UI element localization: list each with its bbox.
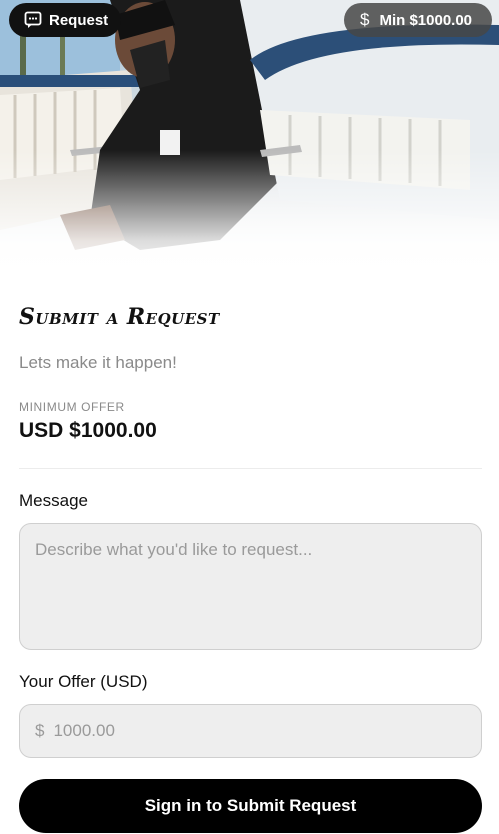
message-textarea[interactable]: Describe what you'd like to request... — [19, 523, 482, 650]
submit-request-button[interactable]: Sign in to Submit Request — [19, 779, 482, 833]
dollar-icon: $ — [360, 10, 370, 29]
request-form: Submit a Request Lets make it happen! MI… — [19, 296, 482, 833]
offer-label: Your Offer (USD) — [19, 672, 148, 691]
minimum-offer-value: USD $1000.00 — [19, 419, 157, 442]
request-tab-label: Request — [49, 11, 109, 29]
submit-request-label: Sign in to Submit Request — [144, 796, 357, 815]
chat-bubble-icon — [24, 11, 42, 28]
minimum-price-label: Min $1000.00 — [379, 11, 473, 29]
offer-input[interactable]: $ 1000.00 — [19, 704, 482, 758]
currency-symbol: $ — [35, 721, 45, 740]
page-title: Submit a Request — [19, 304, 220, 330]
offer-value: 1000.00 — [53, 721, 115, 740]
message-label: Message — [19, 491, 88, 510]
divider — [19, 468, 482, 469]
request-tab-button[interactable]: Request — [9, 3, 121, 37]
minimum-price-badge: $ Min $1000.00 — [344, 3, 492, 37]
minimum-offer-label: MINIMUM OFFER — [19, 400, 125, 414]
hero-photo — [0, 0, 499, 280]
page-subtitle: Lets make it happen! — [19, 353, 177, 372]
hero-fade-overlay — [0, 150, 499, 280]
message-placeholder: Describe what you'd like to request... — [35, 540, 313, 559]
